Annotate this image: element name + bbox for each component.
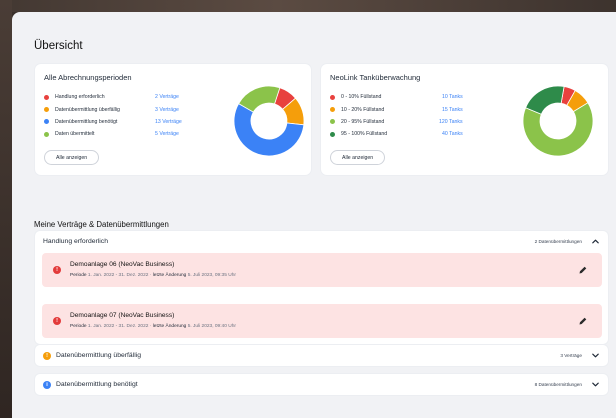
group-count: 2 Datenübermittlungen [534, 239, 582, 244]
legend-count[interactable]: 13 Verträge [155, 119, 182, 125]
group-label: Datenübermittlung überfällig [56, 352, 142, 359]
legend-label: 20 - 95% Füllstand [341, 118, 385, 125]
chevron-up-icon[interactable] [591, 237, 600, 246]
legend-label: 10 - 20% Füllstand [341, 106, 385, 113]
group-overdue: ! Datenübermittlung überfällig 3 Verträg… [35, 345, 608, 366]
legend-count[interactable]: 3 Verträge [155, 107, 179, 113]
contract-name: Demoanlage 07 (NeoVac Business) [70, 312, 175, 319]
billing-card-title: Alle Abrechnungsperioden [44, 73, 132, 82]
group-header[interactable]: ! Datenübermittlung überfällig 3 Verträg… [35, 345, 608, 366]
billing-donut-chart [233, 85, 305, 157]
status-dot-orange [44, 107, 49, 113]
legend-item[interactable]: Daten übermittelt 5 Verträge [44, 128, 182, 140]
page-title: Übersicht [34, 40, 83, 52]
tank-legend: 0 - 10% Füllstand 10 Tanks 10 - 20% Füll… [330, 91, 463, 141]
legend-item[interactable]: 10 - 20% Füllstand 15 Tanks [330, 103, 463, 115]
status-dot-lightgreen [330, 119, 335, 125]
edit-pencil-icon[interactable] [578, 316, 588, 326]
legend-count[interactable]: 10 Tanks [442, 94, 463, 100]
billing-legend: Handlung erforderlich 2 Verträge Datenüb… [44, 91, 182, 141]
legend-item[interactable]: Datenübermittlung überfällig 3 Verträge [44, 103, 182, 115]
tank-monitoring-card: NeoLink Tanküberwachung 0 - 10% Füllstan… [321, 64, 608, 175]
status-dot-blue [44, 119, 49, 125]
meta-separator: · [149, 273, 152, 278]
contract-meta: Periode 1. Jan. 2022 - 31. Dez. 2022 · l… [70, 273, 236, 278]
group-label: Datenübermittlung benötigt [56, 381, 138, 388]
group-header[interactable]: Handlung erforderlich 2 Datenübermittlun… [35, 231, 608, 252]
status-dot-darkgreen [330, 131, 335, 137]
error-icon: ! [53, 266, 61, 274]
contract-item[interactable]: ! Demoanlage 06 (NeoVac Business) Period… [42, 253, 602, 287]
legend-label: Daten übermittelt [55, 131, 95, 138]
chevron-down-icon[interactable] [591, 380, 600, 389]
window-backdrop-top [0, 0, 616, 12]
status-dot-green [44, 131, 49, 137]
status-dot-orange [330, 107, 335, 113]
legend-label: 0 - 10% Füllstand [341, 94, 382, 101]
chevron-down-icon[interactable] [591, 351, 600, 360]
legend-count[interactable]: 40 Tanks [442, 131, 463, 137]
group-label: Handlung erforderlich [43, 238, 108, 245]
tank-donut-chart [522, 85, 594, 157]
legend-count[interactable]: 120 Tanks [439, 119, 463, 125]
legend-item[interactable]: 95 - 100% Füllstand 40 Tanks [330, 128, 463, 140]
legend-label: 95 - 100% Füllstand [341, 131, 388, 138]
changed-value: 5. Juli 2023, 09:40 Uhr [187, 324, 236, 329]
period-value: 1. Jan. 2022 - 31. Dez. 2022 [87, 324, 149, 329]
changed-value: 5. Juli 2023, 09:35 Uhr [187, 273, 236, 278]
status-dot-red [44, 94, 49, 100]
billing-show-all-button[interactable]: Alle anzeigen [44, 150, 100, 165]
contract-item[interactable]: ! Demoanlage 07 (NeoVac Business) Period… [42, 304, 602, 338]
group-needed: i Datenübermittlung benötigt 8 Datenüber… [35, 374, 608, 395]
tank-show-all-button[interactable]: Alle anzeigen [330, 150, 386, 165]
period-label: Periode [70, 273, 87, 278]
main-panel: Übersicht Alle Abrechnungsperioden Handl… [12, 12, 616, 418]
billing-periods-card: Alle Abrechnungsperioden Handlung erford… [35, 64, 311, 175]
legend-item[interactable]: Datenübermittlung benötigt 13 Verträge [44, 116, 182, 128]
contract-meta: Periode 1. Jan. 2022 - 31. Dez. 2022 · l… [70, 324, 236, 329]
edit-pencil-icon[interactable] [578, 265, 588, 275]
legend-item[interactable]: Handlung erforderlich 2 Verträge [44, 91, 182, 103]
group-count: 8 Datenübermittlungen [534, 382, 582, 387]
period-label: Periode [70, 324, 87, 329]
group-count: 3 Verträge [560, 353, 582, 358]
legend-item[interactable]: 0 - 10% Füllstand 10 Tanks [330, 91, 463, 103]
meta-separator: · [149, 324, 152, 329]
period-value: 1. Jan. 2022 - 31. Dez. 2022 [87, 273, 149, 278]
info-icon: i [43, 380, 51, 389]
changed-label: letzte Änderung [152, 324, 187, 329]
warning-icon: ! [43, 351, 51, 360]
legend-item[interactable]: 20 - 95% Füllstand 120 Tanks [330, 116, 463, 128]
status-dot-red [330, 94, 335, 100]
window-backdrop-left [0, 0, 12, 418]
legend-label: Handlung erforderlich [55, 94, 105, 101]
legend-count[interactable]: 2 Verträge [155, 94, 179, 100]
legend-label: Datenübermittlung überfällig [55, 106, 120, 113]
tank-card-title: NeoLink Tanküberwachung [330, 73, 421, 82]
donut-slice [525, 85, 565, 115]
legend-count[interactable]: 15 Tanks [442, 107, 463, 113]
legend-label: Datenübermittlung benötigt [55, 118, 118, 125]
group-header[interactable]: i Datenübermittlung benötigt 8 Datenüber… [35, 374, 608, 395]
contracts-section-title: Meine Verträge & Datenübermittlungen [34, 220, 169, 229]
legend-count[interactable]: 5 Verträge [155, 131, 179, 137]
group-action-required: Handlung erforderlich 2 Datenübermittlun… [35, 231, 608, 344]
changed-label: letzte Änderung [152, 273, 187, 278]
contract-name: Demoanlage 06 (NeoVac Business) [70, 261, 175, 268]
error-icon: ! [53, 317, 61, 325]
